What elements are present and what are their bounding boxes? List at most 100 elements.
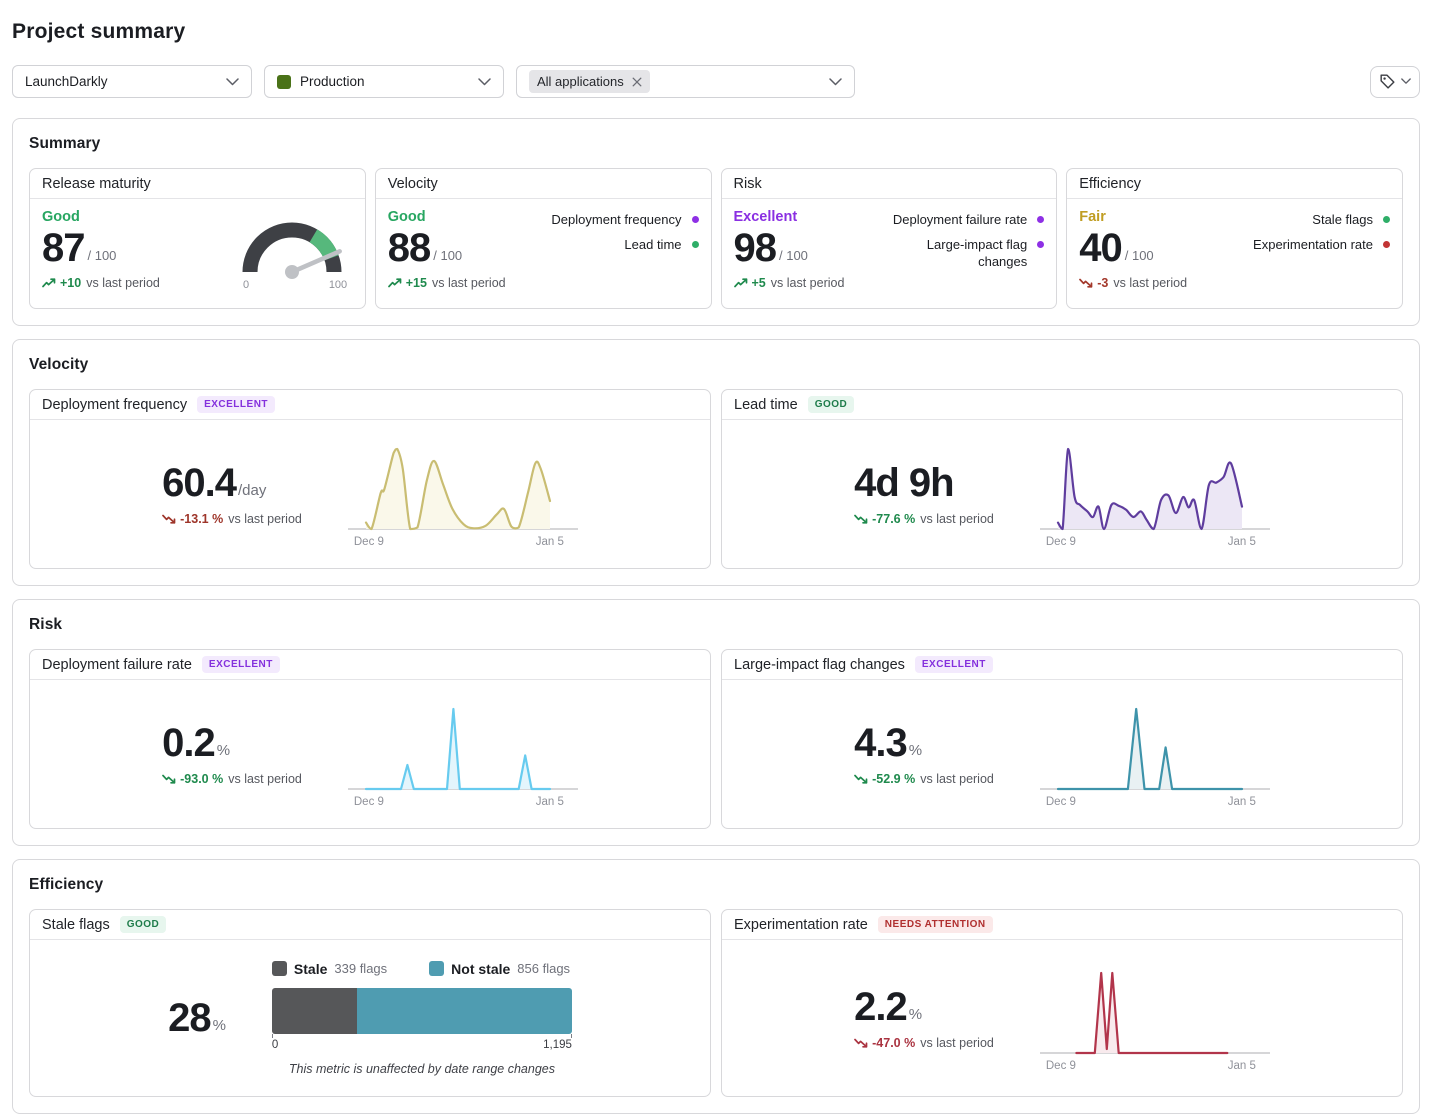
trend-caption: vs last period bbox=[86, 276, 160, 290]
summary-card-risk: Risk Excellent 98 / 100 +5 vs last perio… bbox=[721, 168, 1058, 309]
trend-down-icon bbox=[162, 774, 176, 784]
chevron-down-icon bbox=[829, 78, 842, 86]
metric-value: 4d 9h bbox=[854, 463, 953, 503]
x-axis-start-label: Dec 9 bbox=[1046, 536, 1076, 548]
bar-axis-min: 0 bbox=[272, 1039, 278, 1051]
score-value: 88 bbox=[388, 228, 431, 268]
legend-item: Stale flags bbox=[1253, 212, 1390, 228]
bar-segment-stale bbox=[272, 988, 357, 1034]
legend-dot bbox=[692, 216, 699, 223]
filter-bar: LaunchDarkly Production All applications bbox=[12, 65, 1420, 98]
metric-title: Deployment failure rate bbox=[42, 657, 192, 673]
environment-select[interactable]: Production bbox=[264, 65, 504, 98]
trend-down-icon bbox=[162, 514, 176, 524]
status-label: Fair bbox=[1079, 209, 1187, 225]
legend-dot bbox=[692, 241, 699, 248]
card-title: Risk bbox=[734, 176, 762, 192]
bar-axis-max: 1,195 bbox=[543, 1039, 572, 1051]
trend-delta: -13.1 % bbox=[162, 512, 223, 526]
summary-card-release-maturity: Release maturity Good 87 / 100 +10 vs la… bbox=[29, 168, 366, 309]
metric-card-experimentation-rate: Experimentation rate NEEDS ATTENTION 2.2… bbox=[721, 909, 1403, 1097]
risk-section: Risk Deployment failure rate EXCELLENT 0… bbox=[12, 599, 1420, 846]
metric-card-lead-time: Lead time GOOD 4d 9h -77.6 % vs last per… bbox=[721, 389, 1403, 569]
legend-item: Deployment failure rate bbox=[889, 212, 1044, 228]
metric-unit: % bbox=[909, 1006, 922, 1027]
metric-card-stale-flags: Stale flags GOOD 28 % Stale 339 flags bbox=[29, 909, 711, 1097]
metric-unit: % bbox=[213, 1017, 226, 1038]
metric-unit: % bbox=[909, 742, 922, 763]
stacked-bar bbox=[272, 988, 572, 1034]
chevron-down-icon bbox=[478, 78, 491, 86]
score-denominator: / 100 bbox=[779, 248, 808, 268]
score-value: 98 bbox=[734, 228, 777, 268]
trend-up-icon bbox=[388, 278, 402, 288]
trend-caption: vs last period bbox=[920, 772, 994, 786]
x-axis-start-label: Dec 9 bbox=[1046, 1060, 1076, 1072]
bar-caption: This metric is unaffected by date range … bbox=[272, 1062, 572, 1076]
x-axis-end-label: Jan 5 bbox=[1228, 796, 1256, 808]
x-axis-end-label: Jan 5 bbox=[536, 536, 564, 548]
metric-value: 0.2 bbox=[162, 723, 215, 763]
trend-caption: vs last period bbox=[228, 772, 302, 786]
trend-caption: vs last period bbox=[1113, 276, 1187, 290]
metric-title: Stale flags bbox=[42, 917, 110, 933]
metric-value: 2.2 bbox=[854, 987, 907, 1027]
project-select[interactable]: LaunchDarkly bbox=[12, 65, 252, 98]
metric-unit: /day bbox=[238, 482, 266, 503]
summary-section-title: Summary bbox=[29, 135, 1403, 153]
status-badge: GOOD bbox=[808, 396, 855, 413]
experimentation-rate-sparkline: Dec 9 Jan 5 bbox=[1040, 965, 1270, 1072]
score-denominator: / 100 bbox=[433, 248, 462, 268]
legend-dot bbox=[1037, 216, 1044, 223]
chevron-down-icon bbox=[226, 78, 239, 86]
status-label: Good bbox=[42, 209, 160, 225]
metric-unit: % bbox=[217, 742, 230, 763]
metric-card-deployment-frequency: Deployment frequency EXCELLENT 60.4 /day… bbox=[29, 389, 711, 569]
metric-title: Lead time bbox=[734, 397, 798, 413]
applications-chip[interactable]: All applications bbox=[529, 70, 650, 93]
trend-caption: vs last period bbox=[920, 512, 994, 526]
stale-flags-bar-chart: Stale 339 flags Not stale 856 flags bbox=[272, 961, 572, 1076]
score-value: 40 bbox=[1079, 228, 1122, 268]
velocity-section-title: Velocity bbox=[29, 356, 1403, 374]
legend-item: Not stale 856 flags bbox=[429, 961, 570, 977]
x-axis-start-label: Dec 9 bbox=[354, 536, 384, 548]
project-select-value: LaunchDarkly bbox=[25, 74, 108, 89]
tags-filter-button[interactable] bbox=[1370, 66, 1420, 98]
environment-select-value: Production bbox=[300, 74, 365, 89]
trend-delta: -3 bbox=[1079, 276, 1108, 290]
bar-axis: 0 1,195 bbox=[272, 1034, 572, 1054]
close-icon[interactable] bbox=[632, 77, 642, 87]
chevron-down-icon bbox=[1401, 78, 1411, 85]
metric-card-large-impact-flag-changes: Large-impact flag changes EXCELLENT 4.3 … bbox=[721, 649, 1403, 829]
card-title: Release maturity bbox=[42, 176, 151, 192]
status-badge: EXCELLENT bbox=[197, 396, 275, 413]
x-axis-end-label: Jan 5 bbox=[536, 796, 564, 808]
large-impact-flag-changes-sparkline: Dec 9 Jan 5 bbox=[1040, 701, 1270, 808]
svg-text:0: 0 bbox=[243, 279, 249, 291]
trend-down-icon bbox=[854, 1038, 868, 1048]
trend-delta: +15 bbox=[388, 276, 427, 290]
legend-item: Lead time bbox=[551, 237, 698, 253]
trend-delta: -47.0 % bbox=[854, 1036, 915, 1050]
metric-title: Deployment frequency bbox=[42, 397, 187, 413]
metric-title: Experimentation rate bbox=[734, 917, 868, 933]
velocity-section: Velocity Deployment frequency EXCELLENT … bbox=[12, 339, 1420, 586]
page-title: Project summary bbox=[12, 20, 1420, 44]
trend-caption: vs last period bbox=[920, 1036, 994, 1050]
svg-text:100: 100 bbox=[329, 279, 347, 291]
efficiency-section: Efficiency Stale flags GOOD 28 % bbox=[12, 859, 1420, 1114]
legend-item: Large-impact flag changes bbox=[889, 237, 1044, 270]
trend-up-icon bbox=[734, 278, 748, 288]
applications-select[interactable]: All applications bbox=[516, 65, 855, 98]
summary-card-velocity: Velocity Good 88 / 100 +15 vs last perio… bbox=[375, 168, 712, 309]
status-label: Good bbox=[388, 209, 506, 225]
x-axis-end-label: Jan 5 bbox=[1228, 1060, 1256, 1072]
card-title: Velocity bbox=[388, 176, 438, 192]
trend-delta: +10 bbox=[42, 276, 81, 290]
deployment-failure-rate-sparkline: Dec 9 Jan 5 bbox=[348, 701, 578, 808]
trend-caption: vs last period bbox=[228, 512, 302, 526]
legend-item: Experimentation rate bbox=[1253, 237, 1390, 253]
status-badge: EXCELLENT bbox=[202, 656, 280, 673]
trend-up-icon bbox=[42, 278, 56, 288]
